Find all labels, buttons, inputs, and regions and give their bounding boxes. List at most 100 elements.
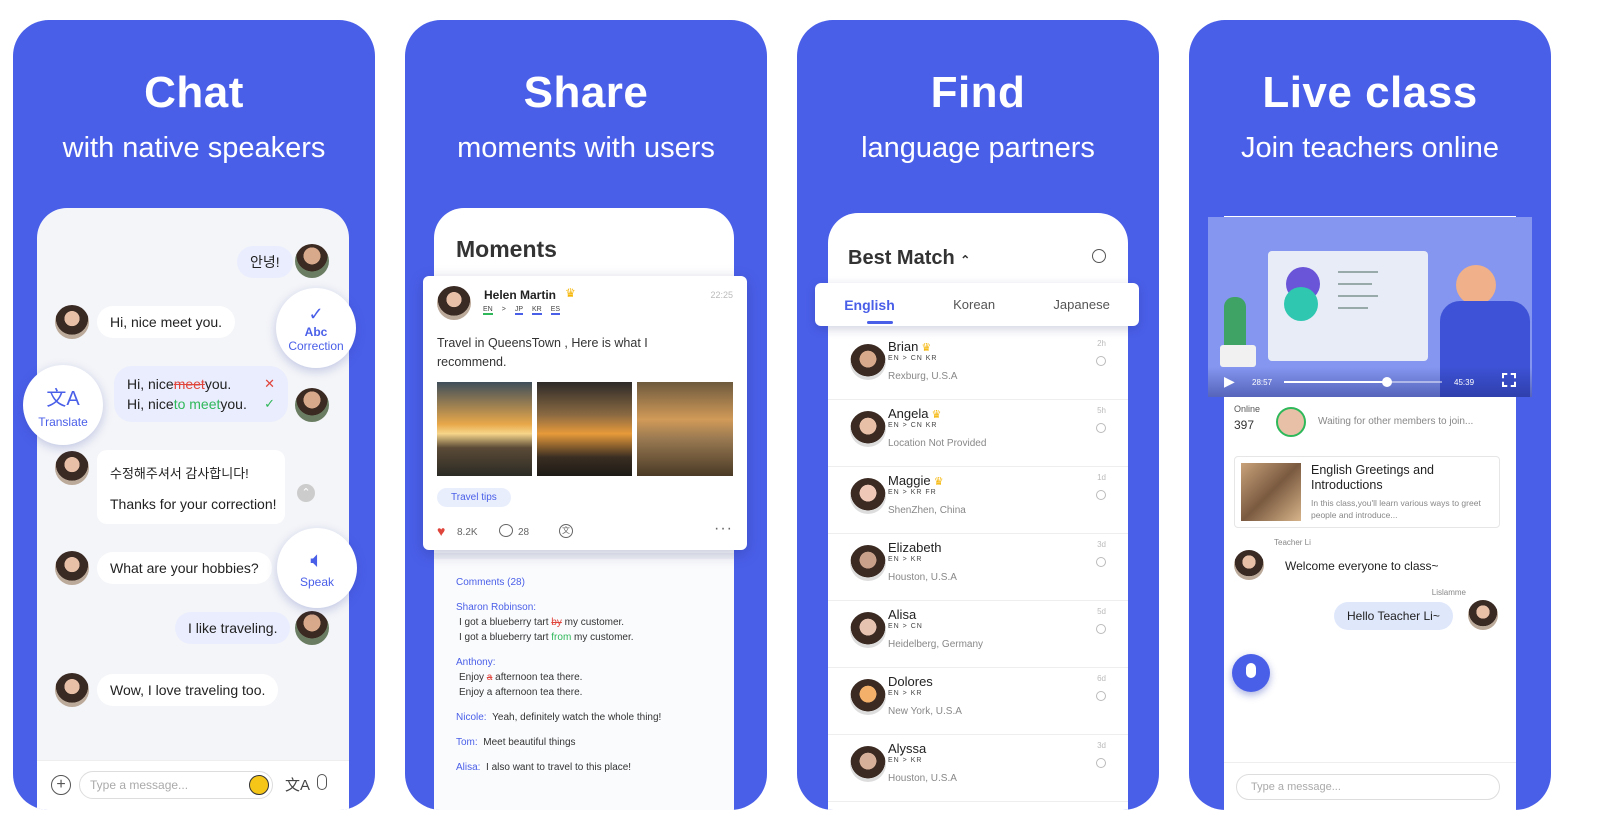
teacher-avatar[interactable] xyxy=(1276,407,1306,437)
emoji-icon[interactable] xyxy=(249,775,269,795)
right-word: to meet xyxy=(173,396,221,412)
chat-bubble-mine: 안녕! xyxy=(237,246,293,278)
partner-row[interactable]: Angela ♛ EN > CN KR Location Not Provided 5… xyxy=(828,400,1128,467)
online-counter: Online 397 xyxy=(1234,404,1274,440)
correction-label: Correction xyxy=(288,338,344,353)
comment-line: I got a blueberry tart from my customer. xyxy=(459,632,634,643)
tab-indicator xyxy=(867,321,893,324)
wave-icon[interactable] xyxy=(1096,758,1106,768)
correction-badge[interactable]: ✓ Abc Correction xyxy=(276,288,356,368)
avatar[interactable] xyxy=(850,478,886,514)
microphone-icon xyxy=(1246,663,1256,678)
avatar[interactable] xyxy=(850,612,886,648)
avatar[interactable] xyxy=(850,679,886,715)
original-text: 수정해주셔서 감사합니다! xyxy=(110,465,249,481)
progress-track[interactable] xyxy=(1284,377,1442,387)
language-tags: EN > KR FR xyxy=(888,489,937,496)
panel-chat: Chat with native speakers 안녕! Hi, nice m… xyxy=(13,20,375,810)
chat-bubble: What are your hobbies? xyxy=(97,552,272,584)
translate-icon[interactable]: 文 xyxy=(559,524,573,538)
text: you. xyxy=(204,376,232,392)
avatar[interactable] xyxy=(295,244,329,278)
best-match-dropdown[interactable]: Best Match ⌃ xyxy=(848,247,970,270)
panel-subtitle: language partners xyxy=(861,132,1095,164)
wave-icon[interactable] xyxy=(1096,490,1106,500)
heart-icon[interactable]: ♥ xyxy=(437,523,445,539)
live-video[interactable]: ▶ 28:57 45:39 xyxy=(1208,217,1532,397)
wave-icon[interactable] xyxy=(1096,691,1106,701)
class-description: In this class,you'll learn various ways … xyxy=(1311,498,1481,520)
wave-icon[interactable] xyxy=(1096,624,1106,634)
last-active: 5h xyxy=(1097,406,1106,415)
chat-input-bar: Type a message... xyxy=(1224,762,1516,810)
post-author[interactable]: Helen Martin xyxy=(484,288,556,302)
abc-label: Abc xyxy=(304,324,328,339)
fullscreen-icon[interactable] xyxy=(1502,373,1516,387)
language-tag: ES xyxy=(550,306,561,315)
partner-row[interactable]: Brian ♛ EN > CN KR Rexburg, U.S.A 2h xyxy=(828,333,1128,400)
text: Hi, nice xyxy=(127,396,174,412)
avatar[interactable] xyxy=(55,551,89,585)
partner-row[interactable]: Dolores EN > KR New York, U.S.A 6d xyxy=(828,668,1128,735)
translate-badge[interactable]: 文A Translate xyxy=(23,365,103,445)
collapse-icon[interactable]: ⌃ xyxy=(297,484,315,502)
comment-author[interactable]: Sharon Robinson: xyxy=(456,600,712,615)
avatar[interactable] xyxy=(850,411,886,447)
sender-name: Teacher Li xyxy=(1274,538,1311,547)
partner-row[interactable]: Alyssa EN > KR Houston, U.S.A 3d xyxy=(828,735,1128,802)
search-icon[interactable] xyxy=(1092,249,1106,263)
avatar[interactable] xyxy=(850,746,886,782)
language-tag: > xyxy=(501,306,506,313)
avatar[interactable] xyxy=(295,611,329,645)
wrong-word: meet xyxy=(173,376,205,392)
like-count: 8.2K xyxy=(457,527,478,538)
avatar[interactable] xyxy=(295,388,329,422)
avatar[interactable] xyxy=(850,344,886,380)
post-image[interactable] xyxy=(537,382,632,476)
partner-row[interactable]: Elizabeth EN > KR Houston, U.S.A 3d xyxy=(828,534,1128,601)
more-icon[interactable]: ··· xyxy=(714,520,733,538)
post-image[interactable] xyxy=(637,382,733,476)
pot-illustration xyxy=(1220,345,1256,367)
class-thumbnail xyxy=(1241,463,1301,521)
message-input[interactable]: Type a message... xyxy=(1236,774,1500,800)
chat-bubble: Wow, I love traveling too. xyxy=(97,674,279,706)
translate-icon[interactable]: 文A xyxy=(285,774,310,795)
microphone-icon[interactable] xyxy=(317,774,327,790)
avatar[interactable] xyxy=(437,286,471,320)
moment-post-card[interactable]: Helen Martin ♛ 22:25 EN > JP KR ES Travel in… xyxy=(423,276,747,550)
language-tags: EN > KR xyxy=(888,757,923,764)
class-card[interactable]: English Greetings and Introductions In t… xyxy=(1234,456,1500,528)
wave-icon[interactable] xyxy=(1096,557,1106,567)
microphone-button[interactable] xyxy=(1232,654,1270,692)
online-label: Online xyxy=(1234,404,1261,414)
tab-korean[interactable]: Korean xyxy=(953,297,995,312)
avatar[interactable] xyxy=(55,305,89,339)
tab-english[interactable]: English xyxy=(844,297,895,313)
play-icon[interactable]: ▶ xyxy=(1224,373,1235,390)
avatar[interactable] xyxy=(55,673,89,707)
wave-icon[interactable] xyxy=(1096,356,1106,366)
speak-badge[interactable]: 🔈︎ Speak xyxy=(277,528,357,608)
crown-icon: ♛ xyxy=(928,409,942,421)
avatar[interactable] xyxy=(1468,600,1498,630)
avatar[interactable] xyxy=(1234,550,1264,580)
avatar[interactable] xyxy=(55,451,89,485)
partner-row[interactable]: Maggie ♛ EN > KR FR ShenZhen, China 1d xyxy=(828,467,1128,534)
post-time: 22:25 xyxy=(710,290,733,300)
language-tags: EN > CN KR xyxy=(888,355,938,362)
teacher-illustration xyxy=(1456,265,1496,305)
post-image[interactable] xyxy=(437,382,532,476)
partner-location: ShenZhen, China xyxy=(888,505,966,516)
comment-icon[interactable] xyxy=(499,524,513,537)
progress-handle[interactable] xyxy=(1381,377,1392,387)
message-input[interactable]: Type a message... xyxy=(79,771,273,799)
partner-row[interactable]: Alisa EN > CN Heidelberg, Germany 5d xyxy=(828,601,1128,668)
avatar[interactable] xyxy=(850,545,886,581)
wave-icon[interactable] xyxy=(1096,423,1106,433)
topic-tag[interactable]: Travel tips xyxy=(437,488,511,507)
comment: Nicole: Yeah, definitely watch the whole… xyxy=(456,712,662,723)
comment-author[interactable]: Anthony: xyxy=(456,655,712,670)
add-icon[interactable]: + xyxy=(51,775,71,795)
tab-japanese[interactable]: Japanese xyxy=(1053,297,1109,312)
